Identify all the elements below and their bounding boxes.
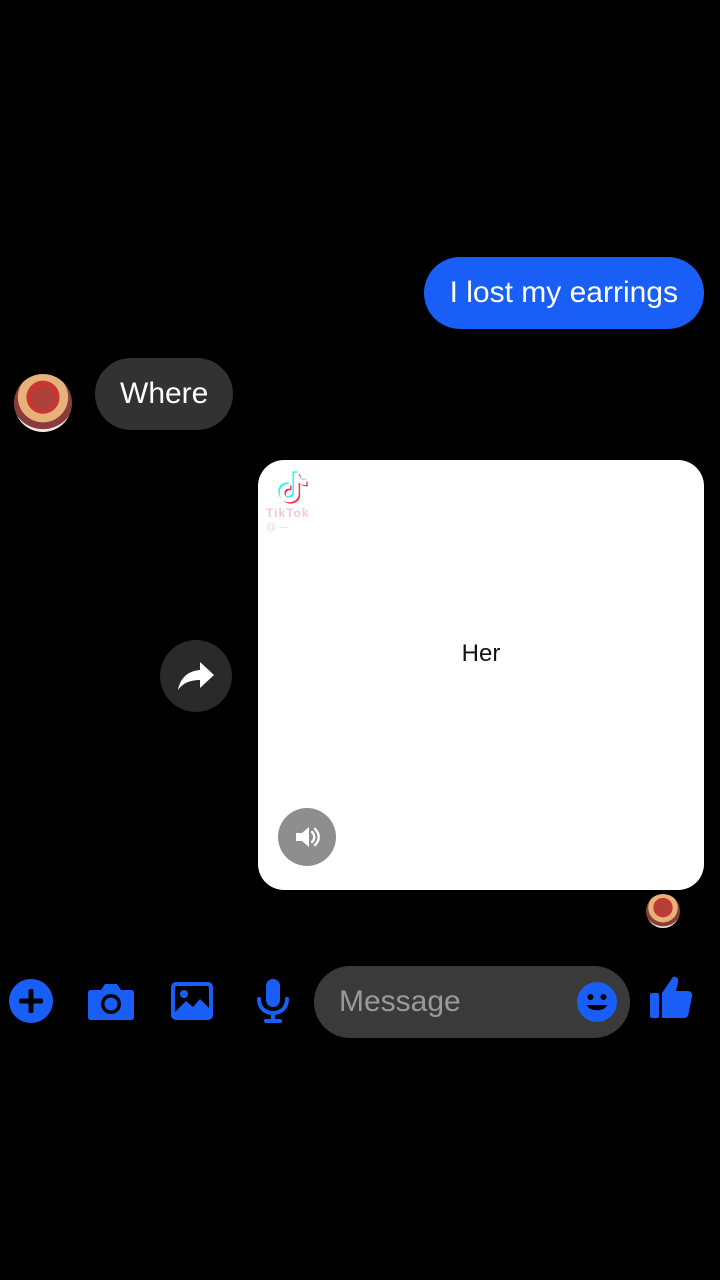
chat-screen: I lost my earrings Where TikTok @ — Her [0, 0, 720, 1280]
share-arrow-icon [178, 662, 214, 690]
add-button[interactable] [6, 976, 56, 1026]
tiktok-logo-icon [278, 471, 308, 504]
read-receipt-avatar [646, 894, 680, 928]
like-button[interactable] [646, 972, 696, 1022]
thumbs-up-icon [650, 976, 693, 1018]
smiley-icon[interactable] [576, 981, 618, 1023]
plus-circle-icon [9, 979, 53, 1023]
tiktok-handle: @ — [266, 522, 289, 533]
incoming-message-bubble[interactable]: Where [95, 358, 234, 430]
outgoing-message-text: I lost my earrings [449, 276, 678, 309]
message-input[interactable]: Message [314, 966, 630, 1038]
image-icon [171, 982, 213, 1020]
incoming-message-text: Where [120, 377, 209, 410]
microphone-icon [257, 979, 289, 1023]
shared-video-card[interactable]: TikTok @ — Her [258, 460, 704, 890]
sound-toggle-button[interactable] [278, 808, 336, 866]
forward-button[interactable] [160, 640, 232, 712]
outgoing-message-bubble[interactable]: I lost my earrings [423, 257, 704, 329]
tiktok-watermark: TikTok [266, 506, 310, 520]
camera-button[interactable] [86, 976, 136, 1026]
contact-avatar[interactable] [14, 374, 72, 432]
gallery-button[interactable] [167, 976, 217, 1026]
speaker-icon [296, 827, 320, 847]
video-caption: Her [461, 640, 501, 667]
camera-icon [88, 984, 134, 1020]
voice-button[interactable] [248, 976, 298, 1026]
message-composer: Message [0, 964, 720, 1040]
message-placeholder: Message [339, 985, 461, 1018]
